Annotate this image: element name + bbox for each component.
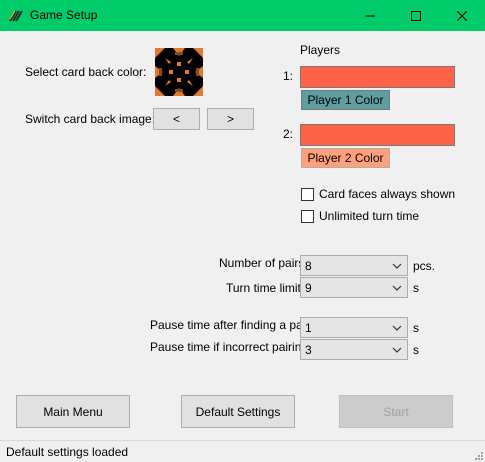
pairs-label: Number of pairs: xyxy=(219,256,308,270)
previous-image-button[interactable]: < xyxy=(153,108,200,130)
maximize-icon xyxy=(411,10,421,21)
turn-limit-label: Turn time limit: xyxy=(226,281,305,295)
chevron-down-icon xyxy=(392,347,402,353)
pairs-unit: pcs. xyxy=(413,259,436,273)
close-button[interactable] xyxy=(439,0,485,31)
card-back-pattern xyxy=(155,48,203,96)
window-title: Game Setup xyxy=(30,8,98,22)
pause-found-dropdown[interactable]: 1 xyxy=(300,317,408,338)
card-back-preview[interactable] xyxy=(155,48,203,96)
pause-found-label: Pause time after finding a pair: xyxy=(150,318,313,332)
main-menu-button[interactable]: Main Menu xyxy=(16,395,130,428)
card-faces-label[interactable]: Card faces always shown xyxy=(319,187,455,201)
player2-index: 2: xyxy=(283,127,294,141)
unlimited-time-checkbox[interactable] xyxy=(301,210,314,223)
minimize-button[interactable] xyxy=(347,0,393,31)
status-text: Default settings loaded xyxy=(6,445,129,459)
pause-incorrect-label: Pause time if incorrect pairing: xyxy=(150,340,312,354)
default-settings-button[interactable]: Default Settings xyxy=(181,395,295,428)
pairs-dropdown[interactable]: 8 xyxy=(300,255,408,276)
player2-color-field[interactable] xyxy=(300,124,455,146)
resize-grip-icon[interactable] xyxy=(473,450,483,460)
app-icon xyxy=(9,10,23,22)
card-faces-checkbox[interactable] xyxy=(301,188,314,201)
card-back-switch-label: Switch card back image: xyxy=(25,112,156,126)
maximize-button[interactable] xyxy=(393,0,439,31)
pause-incorrect-dropdown[interactable]: 3 xyxy=(300,339,408,360)
minimize-icon xyxy=(365,15,375,16)
player1-color-button[interactable]: Player 1 Color xyxy=(301,90,390,110)
players-header: Players xyxy=(300,43,341,57)
pause-found-unit: s xyxy=(413,321,419,335)
pause-incorrect-unit: s xyxy=(413,343,419,357)
pause-incorrect-value: 3 xyxy=(305,343,312,357)
next-image-button[interactable]: > xyxy=(207,108,254,130)
player2-color-button[interactable]: Player 2 Color xyxy=(301,148,390,168)
chevron-down-icon xyxy=(392,325,402,331)
title-bar[interactable]: Game Setup xyxy=(0,0,485,31)
turn-limit-dropdown[interactable]: 9 xyxy=(300,277,408,298)
turn-limit-value: 9 xyxy=(305,281,312,295)
chevron-down-icon xyxy=(392,285,402,291)
unlimited-time-label[interactable]: Unlimited turn time xyxy=(319,209,419,223)
player1-index: 1: xyxy=(283,69,294,83)
chevron-down-icon xyxy=(392,263,402,269)
card-back-color-label: Select card back color: xyxy=(25,65,147,79)
pairs-value: 8 xyxy=(305,259,312,273)
close-icon xyxy=(457,10,467,21)
status-bar: Default settings loaded xyxy=(0,440,485,462)
pause-found-value: 1 xyxy=(305,321,312,335)
start-button[interactable]: Start xyxy=(339,395,453,428)
turn-limit-unit: s xyxy=(413,281,419,295)
player1-color-field[interactable] xyxy=(300,66,455,88)
